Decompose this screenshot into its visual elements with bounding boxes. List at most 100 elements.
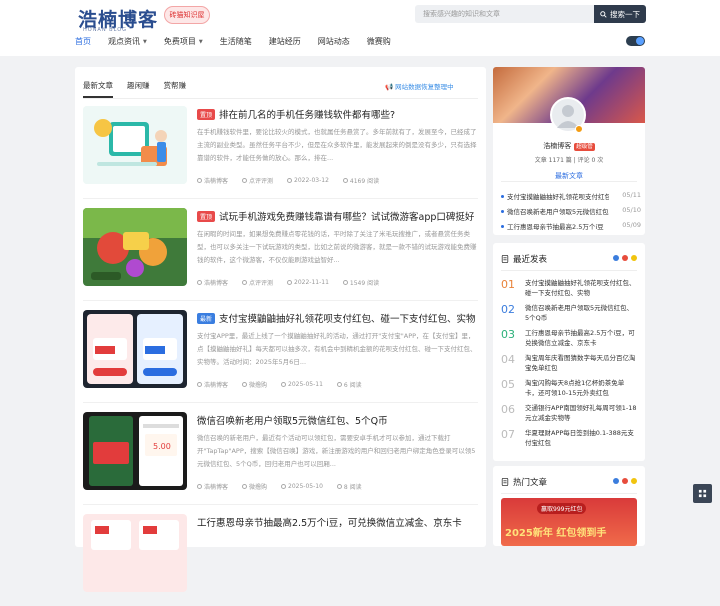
item-title[interactable]: 淘宝周年庆看图猜数字每天瓜分百亿淘宝免单红包 — [525, 353, 637, 373]
tab-shangbangzhuan[interactable]: 赏帮赚 — [164, 80, 187, 98]
author[interactable]: 浩楠博客 — [197, 380, 228, 389]
category[interactable]: 点评评测 — [242, 176, 273, 185]
date-text: 2025-05-10 — [288, 483, 323, 490]
date: 2022-11-11 — [287, 278, 329, 287]
article-title-text[interactable]: 工行惠恩母亲节抽最高2.5万个i豆，可兑换微信立减金、京东卡 — [197, 515, 462, 529]
views: 1549 阅读 — [342, 278, 380, 287]
article-thumbnail[interactable] — [83, 106, 187, 184]
article-meta: 浩楠博客 微撸购 2025-05-11 6 阅读 — [197, 380, 362, 389]
eye-icon — [336, 382, 342, 387]
author-name: 浩楠博客 — [204, 280, 229, 287]
nav-item-site-news[interactable]: 网站动态 — [318, 36, 350, 47]
nav-label: 网站动态 — [317, 37, 350, 46]
author-name: 浩楠博客 — [204, 178, 229, 185]
article-thumbnail[interactable] — [83, 208, 187, 286]
article-meta: 浩楠博客 点评评测 2022-11-11 1549 阅读 — [197, 278, 379, 287]
rank-number: 06 — [501, 403, 515, 416]
nav-item-free-projects[interactable]: 免费项目 ▼ — [164, 36, 203, 47]
article-thumbnail[interactable] — [83, 310, 187, 388]
item-title[interactable]: 华夏理财APP每日签到抽0.1-388元支付宝红包 — [525, 428, 637, 448]
folder-icon — [242, 280, 248, 285]
logo-badge: 砖猫知识屋 — [164, 6, 210, 24]
tab-quxianzhuan[interactable]: 趣闲赚 — [127, 80, 150, 98]
article-tabs: 最新文章 趣闲赚 赏帮赚 — [83, 80, 200, 98]
author[interactable]: 浩楠博客 — [197, 176, 228, 185]
notice-text: 📢 网站数据恢复整理中 — [385, 81, 454, 91]
profile-latest-item[interactable]: 支付宝摸鼬鼬抽好礼领花呗支付红包 05/11 — [501, 191, 641, 201]
article-title-text[interactable]: 支付宝摸鼬鼬抽好礼领花呗支付红包、碰一下支付红包、实物 — [219, 311, 476, 325]
article-title-text[interactable]: 试玩手机游戏免费赚钱靠谱有哪些？试试微游客app口碑挺好 — [219, 209, 474, 223]
hot-banner-text: 赢取999元红包 — [537, 503, 587, 514]
nav-item-opinions[interactable]: 观点资讯 ▼ — [108, 36, 147, 47]
item-date: 05/09 — [622, 221, 641, 229]
app-screenshot-image — [83, 310, 187, 388]
article-title-text[interactable]: 微信召唤新老用户领取5元微信红包、5个Q币 — [197, 413, 388, 427]
category[interactable]: 微撸购 — [242, 482, 267, 491]
list-item[interactable]: 05 淘宝闪购每天8点抢1亿杯奶茶免单卡，还可领10-15元外卖红包 — [501, 378, 639, 398]
nav-item-weisaigou[interactable]: 微赛购 — [367, 36, 391, 47]
widget-dots — [613, 478, 637, 484]
item-title[interactable]: 交通银行APP南国领好礼每周可领1-18元立减金实物等 — [525, 403, 637, 423]
article-title[interactable]: 工行惠恩母亲节抽最高2.5万个i豆，可兑换微信立减金、京东卡 — [197, 515, 462, 529]
document-icon — [501, 478, 509, 486]
megaphone-icon: 📢 — [385, 83, 394, 91]
category[interactable]: 微撸购 — [242, 380, 267, 389]
article-thumbnail[interactable] — [83, 514, 187, 592]
article-title-text[interactable]: 排在前几名的手机任务赚钱软件都有哪些? — [219, 107, 395, 121]
item-date: 05/11 — [622, 191, 641, 199]
article-title[interactable]: 微信召唤新老用户领取5元微信红包、5个Q币 — [197, 413, 388, 427]
back-to-top-button[interactable] — [693, 484, 712, 503]
item-title: 微信召唤新老用户领取5元微信红包 — [507, 208, 609, 216]
list-item[interactable]: 07 华夏理财APP每日签到抽0.1-388元支付宝红包 — [501, 428, 639, 448]
nav-label: 免费项目 — [163, 37, 196, 46]
category[interactable]: 点评评测 — [242, 278, 273, 287]
author-name: 浩楠博客 — [204, 382, 229, 389]
eye-icon — [342, 280, 348, 285]
profile-stats: 文章 1171 篇 | 评论 0 次 — [534, 157, 604, 164]
article-title[interactable]: 置顶 试玩手机游戏免费赚钱靠谱有哪些？试试微游客app口碑挺好 — [197, 209, 474, 223]
search-input[interactable]: 搜索感兴趣的知识和文章 — [415, 5, 595, 23]
nav-item-life-notes[interactable]: 生活随笔 — [220, 36, 252, 47]
article-title[interactable]: 置顶 排在前几名的手机任务赚钱软件都有哪些? — [197, 107, 395, 121]
article-excerpt: 在手机赚钱软件里，要论比较火的模式，也就属任务悬赏了。多年前就有了，发展至今，已… — [197, 128, 477, 162]
profile-latest-item[interactable]: 工行惠恩母亲节抽最高2.5万个i豆 05/09 — [501, 221, 641, 231]
item-date: 05/10 — [622, 206, 641, 214]
dot-icon — [622, 478, 628, 484]
tab-latest[interactable]: 最新文章 — [83, 80, 113, 98]
nav-item-home[interactable]: 首页 — [75, 36, 91, 47]
dot-icon — [631, 478, 637, 484]
views-text: 4169 阅读 — [349, 178, 380, 185]
divider — [83, 300, 478, 301]
item-title[interactable]: 淘宝闪购每天8点抢1亿杯奶茶免单卡，还可领10-15元外卖红包 — [525, 378, 637, 398]
category-name: 微撸购 — [249, 484, 268, 491]
user-icon — [197, 382, 202, 387]
profile-latest-item[interactable]: 微信召唤新老用户领取5元微信红包 05/10 — [501, 206, 641, 216]
list-item[interactable]: 04 淘宝周年庆看图猜数字每天瓜分百亿淘宝免单红包 — [501, 353, 639, 373]
article-excerpt: 支付宝APP里，最近上线了一个摸鼬鼬抽好礼的活动，通过打开"支付宝"APP，在【… — [197, 332, 477, 366]
article-item: 最新 支付宝摸鼬鼬抽好礼领花呗支付红包、碰一下支付红包、实物 支付宝APP里，最… — [83, 310, 478, 402]
hot-post-image[interactable]: 赢取999元红包 2025新年 红包领到手 — [501, 498, 637, 546]
clock-icon — [281, 484, 287, 489]
views-text: 1549 阅读 — [349, 280, 380, 287]
divider — [83, 402, 478, 403]
author[interactable]: 浩楠博客 — [197, 482, 228, 491]
views: 8 阅读 — [336, 482, 362, 491]
folder-icon — [242, 484, 248, 489]
nav-label: 生活随笔 — [219, 37, 252, 46]
list-item[interactable]: 06 交通银行APP南国领好礼每周可领1-18元立减金实物等 — [501, 403, 639, 423]
article-thumbnail[interactable]: 5.00 — [83, 412, 187, 490]
dark-mode-toggle[interactable] — [626, 36, 645, 46]
item-title: 工行惠恩母亲节抽最高2.5万个i豆 — [507, 223, 604, 231]
article-excerpt: 微信召唤的新老用户，最近有个活动可以领红包，需要安卓手机才可以参加，通过下载打开… — [197, 434, 476, 468]
dot-icon — [613, 255, 619, 261]
date-text: 2022-11-11 — [294, 279, 329, 286]
author[interactable]: 浩楠博客 — [197, 278, 228, 287]
hot-big-text: 2025新年 红包领到手 — [505, 528, 607, 539]
level-badge: 超级管 — [574, 143, 595, 151]
app-screenshot-image: 5.00 — [83, 412, 187, 490]
widget-title-text: 最近发表 — [513, 255, 548, 265]
search-button[interactable]: 搜索一下 — [594, 5, 646, 23]
article-title[interactable]: 最新 支付宝摸鼬鼬抽好礼领花呗支付红包、碰一下支付红包、实物 — [197, 311, 476, 325]
views: 4169 阅读 — [342, 176, 380, 185]
nav-item-site-building[interactable]: 建站经历 — [269, 36, 301, 47]
